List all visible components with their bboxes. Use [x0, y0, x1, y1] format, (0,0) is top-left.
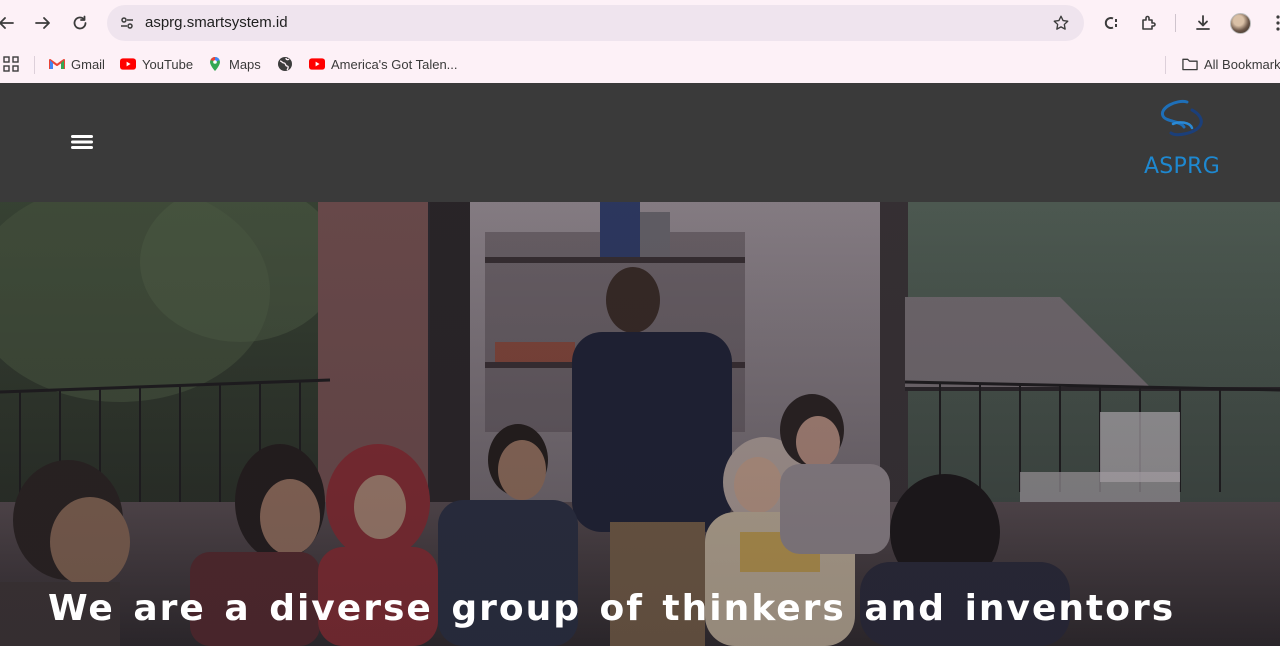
bookmark-maps[interactable]: Maps — [207, 53, 261, 75]
maps-pin-icon — [207, 56, 223, 72]
bookmark-label: Gmail — [71, 56, 105, 72]
hero-overlay — [0, 202, 1280, 646]
all-bookmarks-label: All Bookmark — [1204, 56, 1280, 72]
bookmarks-separator — [34, 56, 35, 74]
asprg-logo-mark-icon — [1160, 99, 1203, 137]
back-arrow-icon[interactable] — [0, 11, 18, 35]
bookmark-label: America's Got Talen... — [331, 56, 458, 72]
bookmarks-separator — [1165, 56, 1166, 74]
apps-grid-icon[interactable] — [3, 53, 19, 75]
site-header: ASPRG — [0, 83, 1280, 202]
download-icon[interactable] — [1191, 11, 1215, 35]
url-text[interactable]: asprg.smartsystem.id — [145, 14, 288, 31]
reload-icon[interactable] — [68, 11, 92, 35]
forward-arrow-icon[interactable] — [31, 11, 55, 35]
bookmark-youtube[interactable]: YouTube — [120, 53, 193, 75]
hero-section: We are a diverse group of thinkers and i… — [0, 202, 1280, 646]
hamburger-menu-icon[interactable] — [66, 126, 98, 158]
bookmark-label: YouTube — [142, 56, 194, 72]
all-bookmarks-folder[interactable]: All Bookmark — [1182, 53, 1280, 75]
globe-icon — [277, 56, 293, 72]
hero-title: We are a diverse group of thinkers and i… — [48, 588, 1176, 629]
folder-icon — [1182, 56, 1198, 72]
bookmark-gmail[interactable]: Gmail — [49, 53, 105, 75]
bookmarks-bar: Gmail YouTube Maps America's Got Talen..… — [0, 46, 1280, 83]
extension-c-icon[interactable] — [1099, 11, 1123, 35]
site-settings-icon[interactable] — [115, 11, 139, 35]
profile-avatar[interactable] — [1230, 13, 1251, 34]
more-vert-icon[interactable] — [1266, 11, 1280, 35]
bookmark-globe[interactable] — [277, 53, 299, 75]
youtube-icon — [120, 56, 136, 72]
bookmark-star-icon[interactable] — [1050, 12, 1072, 34]
address-bar[interactable]: asprg.smartsystem.id — [107, 5, 1084, 41]
youtube-icon — [309, 56, 325, 72]
site-logo[interactable]: ASPRG — [1140, 97, 1224, 187]
puzzle-extensions-icon[interactable] — [1137, 11, 1161, 35]
logo-text: ASPRG — [1143, 154, 1221, 179]
bookmark-label: Maps — [229, 56, 261, 72]
browser-toolbar: asprg.smartsystem.id — [0, 0, 1280, 46]
toolbar-separator — [1175, 14, 1176, 32]
bookmark-americas-got-talent[interactable]: America's Got Talen... — [309, 53, 458, 75]
gmail-icon — [49, 56, 65, 72]
